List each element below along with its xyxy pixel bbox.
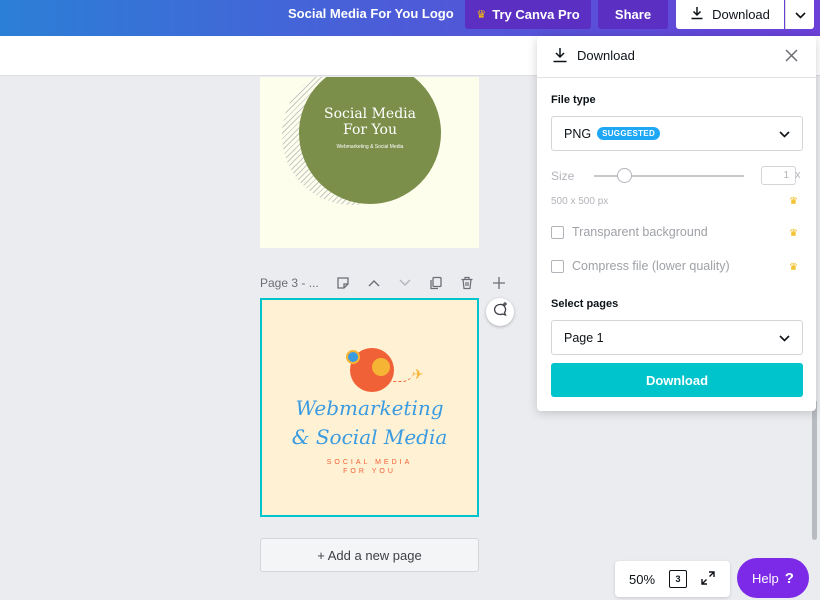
logo-tagline: SOCIAL MEDIA FOR YOU (262, 458, 477, 476)
add-page-icon[interactable] (490, 274, 508, 292)
add-new-page-button[interactable]: + Add a new page (260, 538, 479, 572)
compress-label: Compress file (lower quality) (572, 259, 730, 273)
chevron-up-icon[interactable] (365, 274, 383, 292)
share-button[interactable]: Share (598, 0, 668, 29)
crown-icon: ♛ (476, 9, 487, 21)
try-canva-pro-button[interactable]: ♛ Try Canva Pro (465, 0, 591, 29)
help-label: Help (752, 570, 779, 586)
page-count-icon[interactable]: 3 (669, 570, 688, 588)
download-button[interactable]: Download (676, 0, 784, 29)
canvas-page-2[interactable]: Social Media For You Webmarketing & Soci… (260, 77, 479, 248)
transparent-background-option[interactable]: Transparent background (551, 225, 708, 239)
chevron-down-icon (794, 6, 806, 24)
chevron-down-icon (779, 331, 790, 345)
canvas-scrollbar[interactable] (812, 400, 817, 540)
chevron-down-icon[interactable] (396, 274, 414, 292)
logo-script-line1: Webmarketing (295, 396, 444, 420)
transparent-checkbox[interactable] (551, 225, 564, 239)
fullscreen-icon[interactable] (701, 570, 715, 588)
download-submit-button[interactable]: Download (551, 363, 803, 397)
select-pages-label: Select pages (551, 298, 619, 310)
transparent-label: Transparent background (572, 225, 708, 239)
document-title[interactable]: Social Media For You Logo (288, 0, 454, 27)
size-input[interactable]: 1 (761, 166, 796, 185)
size-multiplier: x (795, 169, 801, 181)
download-options-button[interactable] (785, 0, 814, 29)
suggested-badge: SUGGESTED (597, 127, 661, 140)
chevron-down-icon (779, 127, 790, 141)
compress-file-option[interactable]: Compress file (lower quality) (551, 259, 730, 273)
file-type-select[interactable]: PNG SUGGESTED (551, 116, 803, 151)
globe-highlight (372, 358, 390, 376)
logo-subtitle: Webmarketing & Social Media (336, 144, 404, 150)
comment-plus-icon (491, 301, 509, 324)
page-3-label[interactable]: Page 3 - ... (260, 276, 319, 290)
download-panel-title: Download (577, 48, 635, 63)
crown-icon: ♛ (789, 228, 798, 239)
help-button[interactable]: Help ? (737, 558, 809, 598)
download-label: Download (712, 7, 770, 22)
zoom-level[interactable]: 50% (629, 572, 655, 587)
zoom-controls: 50% 3 (615, 561, 730, 597)
question-mark-icon: ? (784, 569, 794, 587)
logo-tagline-line2: FOR YOU (343, 468, 396, 475)
close-icon[interactable] (785, 46, 798, 67)
top-bar: Social Media For You Logo ♛ Try Canva Pr… (0, 0, 820, 36)
download-panel-header: Download (537, 36, 816, 78)
file-type-value: PNG (564, 126, 592, 141)
download-icon (552, 47, 568, 68)
canvas-page-3[interactable]: ✈ Webmarketing & Social Media SOCIAL MED… (260, 298, 479, 517)
size-slider-thumb[interactable] (617, 168, 632, 183)
crown-icon: ♛ (789, 262, 798, 273)
file-type-label: File type (551, 94, 596, 106)
size-label: Size (551, 169, 575, 183)
compress-checkbox[interactable] (551, 259, 564, 273)
pages-value: Page 1 (564, 330, 604, 345)
try-pro-label: Try Canva Pro (492, 7, 580, 22)
notes-icon[interactable] (334, 274, 352, 292)
crown-icon: ♛ (789, 196, 798, 207)
airplane-icon: ✈ (412, 366, 424, 382)
pages-select[interactable]: Page 1 (551, 320, 803, 355)
logo-title-line1: Social Media (323, 106, 417, 122)
download-icon (690, 6, 704, 23)
globe-pin (346, 350, 360, 364)
duplicate-page-icon[interactable] (427, 274, 445, 292)
dimensions-label: 500 x 500 px (551, 196, 609, 207)
trash-icon[interactable] (458, 274, 476, 292)
logo-tagline-line1: SOCIAL MEDIA (326, 459, 413, 466)
logo-script-line2: & Social Media (291, 425, 448, 449)
logo-title: Social Media For You (299, 106, 441, 138)
logo-title-line2: For You (343, 122, 397, 138)
download-panel: Download File type PNG SUGGESTED Size 1 … (537, 36, 816, 411)
add-comment-button[interactable] (486, 298, 514, 326)
